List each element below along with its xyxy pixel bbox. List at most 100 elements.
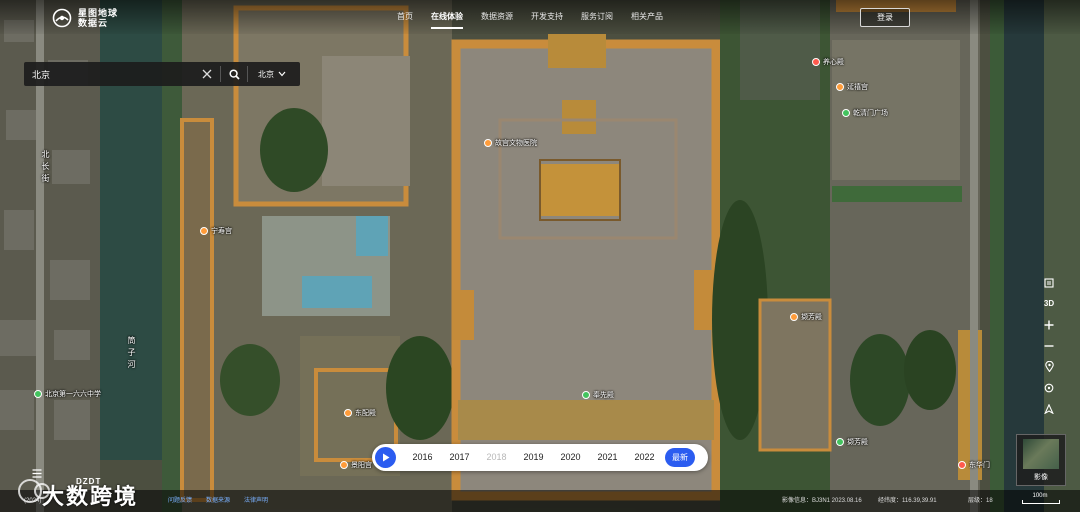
city-select[interactable]: 北京 [258, 69, 286, 80]
city-select-value: 北京 [258, 69, 274, 79]
year-timeline: 2016 2017 2018 2019 2020 2021 2022 最新 [372, 444, 708, 471]
map-poi[interactable]: 养心殿 [812, 57, 844, 67]
nav-service-subscription[interactable]: 服务订阅 [572, 0, 622, 34]
poi-dot-icon [582, 391, 590, 399]
imagery-thumbnail [1023, 439, 1059, 469]
year-2021[interactable]: 2021 [589, 444, 626, 471]
poi-dot-icon [34, 390, 42, 398]
map-poi[interactable]: 故宫文物医院 [484, 138, 537, 148]
compass-button[interactable] [1038, 398, 1060, 419]
scale-line [1022, 500, 1060, 504]
map-poi[interactable]: 撷芳殿 [836, 437, 868, 447]
location-button[interactable] [1038, 356, 1060, 377]
scale-label: 100m [1032, 493, 1048, 499]
divider [220, 66, 221, 82]
compass-icon [1044, 403, 1054, 414]
poi-label: 撷芳殿 [847, 439, 868, 446]
map-poi[interactable]: 延禧宫 [836, 82, 868, 92]
brand-logo[interactable]: 星图地球 数据云 [52, 6, 118, 30]
search-button[interactable] [223, 63, 245, 85]
zoom-level-readout: 层级：18 [968, 498, 993, 504]
search-icon [228, 68, 240, 80]
location-pin-icon [1044, 361, 1054, 372]
clear-search-button[interactable] [196, 63, 218, 85]
legend-button[interactable] [1038, 272, 1060, 293]
layer-switcher[interactable]: 影像 [1016, 434, 1066, 486]
target-icon [1044, 383, 1054, 392]
zoom-out-button[interactable] [1038, 335, 1060, 356]
layer-label: 影像 [1034, 474, 1048, 481]
poi-label: 景阳宫 [351, 462, 372, 469]
map-poi[interactable]: 撷芳殿 [790, 312, 822, 322]
3d-toggle-button[interactable]: 3D [1038, 293, 1060, 314]
poi-label: 撷芳殿 [801, 314, 822, 321]
poi-dot-icon [842, 109, 850, 117]
year-2018: 2018 [486, 452, 507, 462]
nav-online-experience[interactable]: 在线体验 [422, 0, 472, 34]
image-info: 影像信息：BJ3N1 2023.08.16 [782, 498, 862, 504]
map-poi[interactable]: 奉先殿 [582, 390, 614, 400]
login-button[interactable]: 登录 [860, 8, 910, 27]
map-poi[interactable]: 宁寿宫 [200, 226, 232, 236]
nav-dev-support[interactable]: 开发支持 [522, 0, 572, 34]
watermark-text: 大数跨境 [42, 484, 139, 509]
plus-icon [1044, 320, 1054, 329]
poi-label: 延禧宫 [847, 84, 868, 91]
year-2019[interactable]: 2019 [515, 444, 552, 471]
year-list: 2016 2017 2018 2019 2020 2021 2022 [404, 444, 663, 471]
nav-related-products[interactable]: 相关产品 [622, 0, 672, 34]
nav-home[interactable]: 首页 [388, 0, 422, 34]
map-controls: 3D [1038, 272, 1060, 419]
poi-dot-icon [200, 227, 208, 235]
zoom-in-button[interactable] [1038, 314, 1060, 335]
poi-dot-icon [790, 313, 798, 321]
map-poi[interactable]: 东华门 [958, 460, 990, 470]
top-navigation-bar: 星图地球 数据云 首页 在线体验 数据资源 开发支持 服务订阅 相关产品 登录 [0, 0, 1080, 34]
year-2022[interactable]: 2022 [626, 444, 663, 471]
road-label: 筒子河 [127, 336, 136, 372]
minus-icon [1044, 344, 1054, 347]
poi-dot-icon [484, 139, 492, 147]
brand-name: 星图地球 数据云 [78, 8, 118, 28]
locate-me-button[interactable] [1038, 377, 1060, 398]
legal-link[interactable]: 法律声明 [244, 490, 268, 512]
chevron-down-icon [278, 71, 286, 77]
year-2016[interactable]: 2016 [404, 444, 441, 471]
scale-bar: 100m [1018, 493, 1062, 504]
search-input[interactable] [30, 62, 184, 86]
poi-label: 养心殿 [823, 59, 844, 66]
map-poi[interactable]: 东配殿 [344, 408, 376, 418]
status-bar: (2024) 问题反馈 数据来源 法律声明 影像信息：BJ3N1 2023.08… [0, 490, 1080, 512]
road-label: 北长街 [41, 150, 50, 186]
brand-line-2: 数据云 [78, 18, 109, 28]
poi-label: 东配殿 [355, 410, 376, 417]
map-poi[interactable]: 景阳宫 [340, 460, 372, 470]
map-poi[interactable]: 乾清门广场 [842, 108, 888, 118]
map-poi[interactable]: 北京第一六六中学 [34, 389, 101, 399]
year-2020[interactable]: 2020 [552, 444, 589, 471]
data-source-link[interactable]: 数据来源 [206, 490, 230, 512]
poi-label: 乾清门广场 [853, 110, 888, 117]
legend-icon [1044, 277, 1054, 288]
play-icon [382, 453, 389, 462]
poi-dot-icon [344, 409, 352, 417]
poi-dot-icon [836, 438, 844, 446]
poi-dot-icon [836, 83, 844, 91]
poi-label: 东华门 [969, 462, 990, 469]
poi-label: 宁寿宫 [211, 228, 232, 235]
poi-label: 北京第一六六中学 [45, 391, 101, 398]
poi-label: 故宫文物医院 [495, 140, 537, 147]
latest-year-button[interactable]: 最新 [665, 448, 695, 467]
brand-line-1: 星图地球 [78, 8, 119, 18]
play-button[interactable] [375, 447, 396, 468]
poi-dot-icon [340, 461, 348, 469]
main-nav: 首页 在线体验 数据资源 开发支持 服务订阅 相关产品 [388, 0, 672, 34]
poi-label: 奉先殿 [593, 392, 614, 399]
poi-dot-icon [958, 461, 966, 469]
globe-logo-icon [52, 8, 72, 28]
nav-data-resources[interactable]: 数据资源 [472, 0, 522, 34]
close-icon [202, 69, 212, 79]
year-2017[interactable]: 2017 [441, 444, 478, 471]
feedback-link[interactable]: 问题反馈 [168, 490, 192, 512]
coordinates-readout: 经纬度：116.39,39.91 [878, 498, 937, 504]
